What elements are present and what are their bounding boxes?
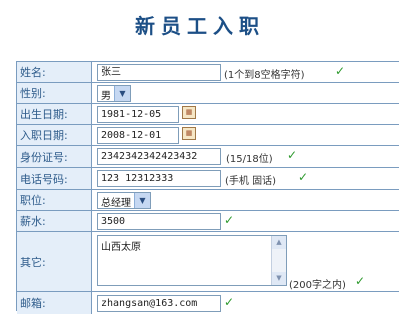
birth-date-input[interactable]: 1981-12-05: [97, 106, 179, 123]
salary-label: 薪水:: [17, 211, 92, 231]
row-gender: 性别: 男 ▼: [17, 83, 399, 104]
remark-value: 山西太原: [101, 242, 141, 253]
gender-select[interactable]: 男 ▼: [97, 85, 131, 102]
phone-check-icon: ✓: [298, 170, 309, 184]
name-label: 姓名:: [17, 62, 92, 82]
email-check-icon: ✓: [224, 295, 235, 309]
gender-value: 男: [101, 91, 111, 102]
remark-scrollbar[interactable]: ▲ ▼: [271, 236, 286, 285]
scroll-up-icon[interactable]: ▲: [272, 236, 286, 249]
join-date-input[interactable]: 2008-12-01: [97, 127, 179, 144]
position-select[interactable]: 总经理 ▼: [97, 192, 151, 209]
email-input[interactable]: zhangsan@163.com: [97, 295, 221, 312]
phone-label: 电话号码:: [17, 168, 92, 189]
email-label: 邮箱:: [17, 292, 92, 314]
phone-hint: (手机 固话): [225, 176, 276, 187]
remark-hint: (200字之内): [289, 280, 346, 291]
join-date-label: 入职日期:: [17, 125, 92, 145]
calendar-icon[interactable]: ▦: [182, 127, 196, 140]
birth-date-label: 出生日期:: [17, 104, 92, 124]
id-number-label: 身份证号:: [17, 146, 92, 167]
position-label: 职位:: [17, 190, 92, 210]
id-number-check-icon: ✓: [287, 148, 298, 162]
row-position: 职位: 总经理 ▼: [17, 190, 399, 211]
remark-check-icon: ✓: [355, 274, 366, 288]
name-check-icon: ✓: [335, 64, 346, 78]
row-id-number: 身份证号: 2342342342423432 (15/18位) ✓: [17, 146, 399, 168]
salary-check-icon: ✓: [224, 213, 235, 227]
id-number-hint: (15/18位): [226, 154, 273, 165]
page-title: 新员工入职: [135, 14, 265, 38]
salary-input[interactable]: 3500: [97, 213, 221, 230]
row-salary: 薪水: 3500 ✓: [17, 211, 399, 232]
gender-label: 性别:: [17, 83, 92, 103]
row-email: 邮箱: zhangsan@163.com ✓: [17, 292, 399, 314]
chevron-down-icon[interactable]: ▼: [114, 86, 130, 101]
employee-form: 姓名: 张三 (1个到8空格字符) ✓ 性别: 男 ▼ 出生日期: 1981-1…: [16, 61, 399, 314]
remark-label: 其它:: [17, 232, 92, 291]
row-name: 姓名: 张三 (1个到8空格字符) ✓: [17, 62, 399, 83]
row-join-date: 入职日期: 2008-12-01 ▦: [17, 125, 399, 146]
phone-input[interactable]: 123 12312333: [97, 170, 221, 187]
scroll-down-icon[interactable]: ▼: [272, 272, 286, 285]
row-remark: 其它: 山西太原 ▲ ▼ (200字之内) ✓: [17, 232, 399, 292]
remark-textarea[interactable]: 山西太原 ▲ ▼: [97, 235, 287, 286]
calendar-icon[interactable]: ▦: [182, 106, 196, 119]
name-input[interactable]: 张三: [97, 64, 221, 81]
position-value: 总经理: [101, 198, 131, 209]
row-birth-date: 出生日期: 1981-12-05 ▦: [17, 104, 399, 125]
row-phone: 电话号码: 123 12312333 (手机 固话) ✓: [17, 168, 399, 190]
id-number-input[interactable]: 2342342342423432: [97, 148, 221, 165]
chevron-down-icon[interactable]: ▼: [134, 193, 150, 208]
name-hint: (1个到8空格字符): [224, 70, 305, 81]
